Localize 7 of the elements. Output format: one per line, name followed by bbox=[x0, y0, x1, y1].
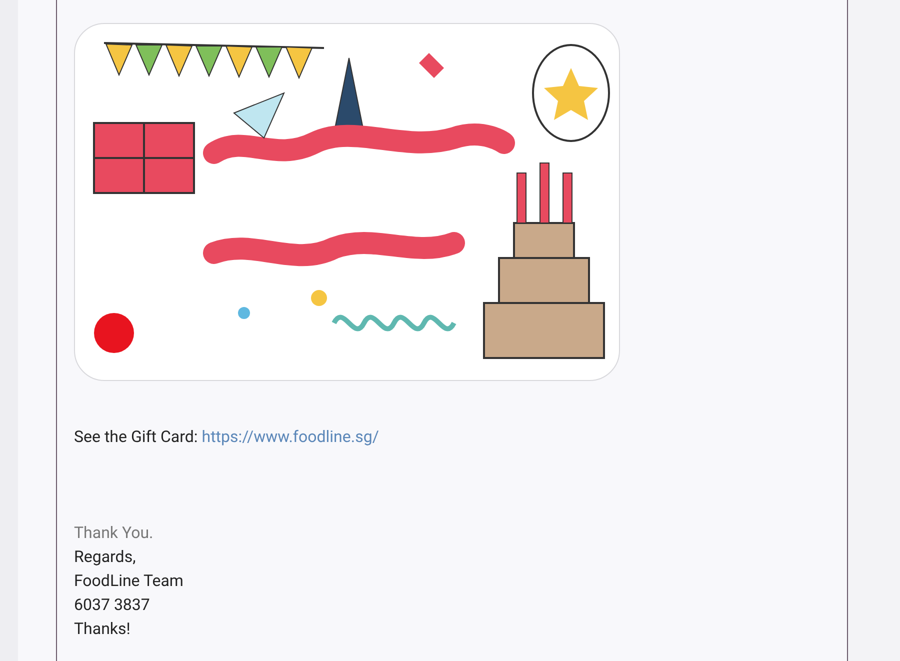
signature-line: FoodLine Team bbox=[74, 570, 184, 592]
gift-card-text: See the Gift Card: https://www.foodline.sg/ bbox=[74, 426, 380, 448]
gift-card-link[interactable]: https://www.foodline.sg/ bbox=[202, 427, 379, 446]
signature-line: 6037 3837 bbox=[74, 594, 151, 616]
signature-line: Thanks! bbox=[74, 618, 132, 640]
signature-line: Regards, bbox=[74, 546, 137, 568]
closing-text: Thank You. bbox=[74, 522, 154, 544]
